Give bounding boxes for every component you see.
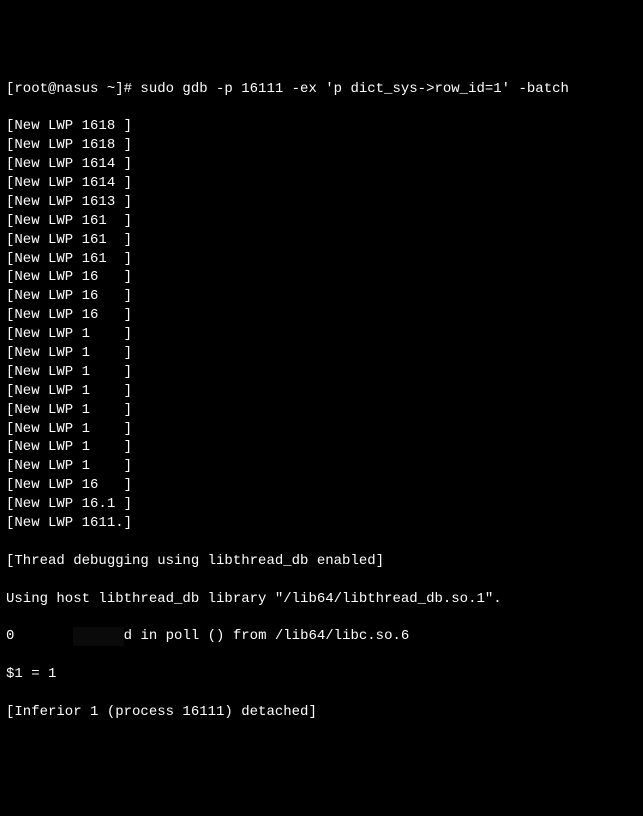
lwp-output-block: [New LWP 1618 ][New LWP 1618 ][New LWP 1… <box>6 117 637 533</box>
lwp-line: [New LWP 1613 ] <box>6 193 637 212</box>
lwp-line: [New LWP 161 ] <box>6 212 637 231</box>
lwp-line: [New LWP 1618 ] <box>6 136 637 155</box>
result-line: $1 = 1 <box>6 665 637 684</box>
lwp-line: [New LWP 1 ] <box>6 382 637 401</box>
lwp-line: [New LWP 16 ] <box>6 476 637 495</box>
lwp-line: [New LWP 16 ] <box>6 268 637 287</box>
lwp-line: [New LWP 1614 ] <box>6 174 637 193</box>
lwp-line: [New LWP 1 ] <box>6 325 637 344</box>
poll-line: 0 xxxxxxd in poll () from /lib64/libc.so… <box>6 627 637 646</box>
lwp-line: [New LWP 1614 ] <box>6 155 637 174</box>
inferior-line: [Inferior 1 (process 16111) detached] <box>6 703 637 722</box>
redacted-text: xxxxxx <box>73 627 123 646</box>
lwp-line: [New LWP 161 ] <box>6 231 637 250</box>
lwp-line: [New LWP 1 ] <box>6 438 637 457</box>
lwp-line: [New LWP 1 ] <box>6 401 637 420</box>
shell-prompt: [root@nasus ~]# <box>6 81 140 97</box>
lwp-line: [New LWP 16 ] <box>6 306 637 325</box>
lwp-line: [New LWP 1611.] <box>6 514 637 533</box>
thread-debug-line: [Thread debugging using libthread_db ena… <box>6 552 637 571</box>
lwp-line: [New LWP 161 ] <box>6 250 637 269</box>
lwp-line: [New LWP 1 ] <box>6 457 637 476</box>
command-line: [root@nasus ~]# sudo gdb -p 16111 -ex 'p… <box>6 80 637 99</box>
using-host-line: Using host libthread_db library "/lib64/… <box>6 590 637 609</box>
command-text: sudo gdb -p 16111 -ex 'p dict_sys->row_i… <box>140 81 568 97</box>
lwp-line: [New LWP 16.1 ] <box>6 495 637 514</box>
lwp-line: [New LWP 16 ] <box>6 287 637 306</box>
lwp-line: [New LWP 1 ] <box>6 420 637 439</box>
lwp-line: [New LWP 1 ] <box>6 363 637 382</box>
lwp-line: [New LWP 1618 ] <box>6 117 637 136</box>
lwp-line: [New LWP 1 ] <box>6 344 637 363</box>
